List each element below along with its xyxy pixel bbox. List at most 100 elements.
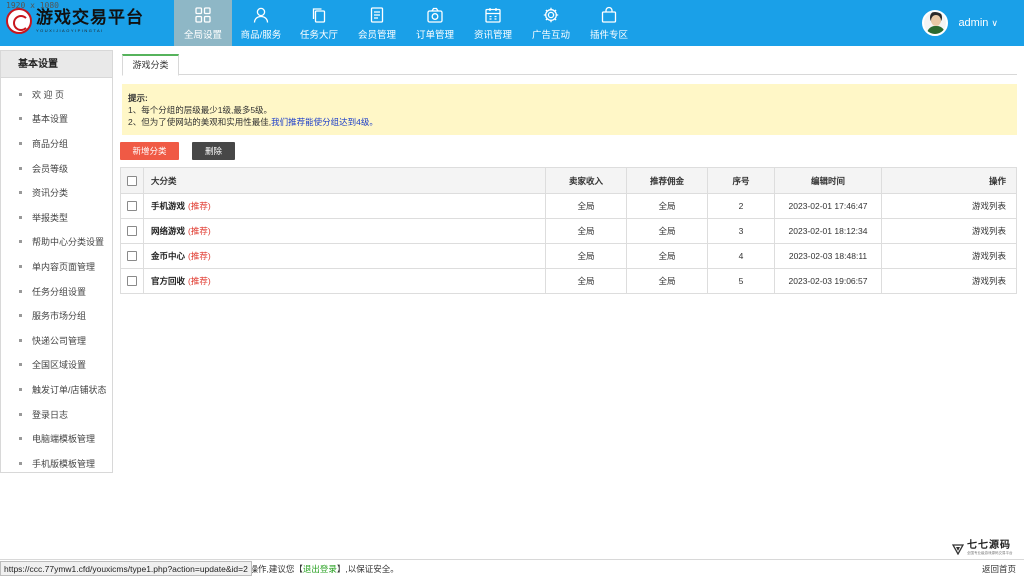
tab-game-categories[interactable]: 游戏分类 bbox=[122, 54, 179, 76]
bullet-icon bbox=[19, 191, 22, 195]
link-url-tooltip: https://ccc.77ymw1.cfd/youxicms/type1.ph… bbox=[0, 561, 252, 576]
sidebar-item-pc-templates[interactable]: 电脑端模板管理 bbox=[1, 426, 112, 451]
row-checkbox[interactable] bbox=[127, 226, 137, 237]
copy-icon bbox=[310, 6, 328, 24]
user-menu[interactable]: admin ∨ bbox=[922, 0, 1024, 46]
nav-plugins[interactable]: 插件专区 bbox=[580, 0, 638, 46]
sidebar-item-mobile-templates[interactable]: 手机版模板管理 bbox=[1, 451, 112, 476]
logo-title: 游戏交易平台 bbox=[36, 8, 144, 28]
row-checkbox[interactable] bbox=[127, 201, 137, 212]
sidebar-item-report-types[interactable]: 举报类型 bbox=[1, 205, 112, 230]
recommend-badge: (推荐) bbox=[188, 276, 211, 286]
category-table: 大分类 卖家收入 推荐佣金 序号 编辑时间 操作 手机游戏 (推荐) 全局 全局 … bbox=[120, 167, 1017, 294]
nav-label: 广告互动 bbox=[531, 29, 570, 41]
bullet-icon bbox=[19, 363, 22, 367]
operation-cell: 游戏列表 bbox=[881, 218, 1017, 244]
category-name-cell: 官方回收 (推荐) bbox=[143, 268, 546, 294]
sidebar-item-member-levels[interactable]: 会员等级 bbox=[1, 156, 112, 181]
commission-cell: 全局 bbox=[626, 268, 708, 294]
sidebar-item-label: 任务分组设置 bbox=[32, 286, 87, 297]
nav-products-services[interactable]: 商品/服务 bbox=[232, 0, 290, 46]
sidebar-item-login-log[interactable]: 登录日志 bbox=[1, 402, 112, 427]
nav-label: 全局设置 bbox=[183, 29, 222, 41]
seller-income-cell: 全局 bbox=[545, 193, 627, 219]
sidebar-item-regions[interactable]: 全国区域设置 bbox=[1, 353, 112, 378]
header-operation: 操作 bbox=[881, 167, 1017, 194]
table-row: 官方回收 (推荐) 全局 全局 5 2023-02-03 19:06:57 游戏列… bbox=[120, 268, 1017, 294]
sequence-cell: 2 bbox=[707, 193, 775, 219]
sidebar-item-single-pages[interactable]: 单内容页面管理 bbox=[1, 254, 112, 279]
select-all-checkbox[interactable] bbox=[127, 175, 137, 186]
bullet-icon bbox=[19, 289, 22, 293]
sidebar-item-trigger-status[interactable]: 触发订单/店铺状态 bbox=[1, 377, 112, 402]
category-name-cell: 网络游戏 (推荐) bbox=[143, 218, 546, 244]
operation-cell: 游戏列表 bbox=[881, 268, 1017, 294]
nav-member-management[interactable]: 会员管理 bbox=[348, 0, 406, 46]
category-name: 金币中心 bbox=[151, 251, 186, 261]
sidebar-item-help-categories[interactable]: 帮助中心分类设置 bbox=[1, 230, 112, 255]
edit-time-cell: 2023-02-01 18:12:34 bbox=[774, 218, 882, 244]
sidebar-item-label: 电脑端模板管理 bbox=[32, 434, 96, 445]
sidebar-item-label: 欢 迎 页 bbox=[32, 89, 65, 100]
logout-link[interactable]: 退出登录 bbox=[303, 564, 337, 574]
username[interactable]: admin bbox=[958, 17, 988, 29]
recommend-badge: (推荐) bbox=[188, 251, 211, 261]
sidebar-item-label: 商品分组 bbox=[32, 138, 69, 149]
bullet-icon bbox=[19, 437, 22, 441]
nav-label: 商品/服务 bbox=[240, 29, 282, 41]
table-header-row: 大分类 卖家收入 推荐佣金 序号 编辑时间 操作 bbox=[120, 167, 1017, 194]
nav-label: 插件专区 bbox=[589, 29, 628, 41]
operation-cell: 游戏列表 bbox=[881, 243, 1017, 269]
bullet-icon bbox=[19, 117, 22, 121]
edit-time-cell: 2023-02-03 18:48:11 bbox=[774, 243, 882, 269]
header-category: 大分类 bbox=[143, 167, 546, 194]
nav-task-hall[interactable]: 任务大厅 bbox=[290, 0, 348, 46]
sidebar-item-product-groups[interactable]: 商品分组 bbox=[1, 131, 112, 156]
row-checkbox-cell bbox=[120, 218, 144, 244]
sidebar-item-task-groups[interactable]: 任务分组设置 bbox=[1, 279, 112, 304]
sidebar-item-label: 单内容页面管理 bbox=[32, 261, 96, 272]
chevron-down-icon[interactable]: ∨ bbox=[991, 18, 998, 29]
game-list-link[interactable]: 游戏列表 bbox=[972, 276, 1006, 286]
nav-global-settings[interactable]: 全局设置 bbox=[174, 0, 232, 46]
sidebar-item-welcome[interactable]: 欢 迎 页 bbox=[1, 82, 112, 107]
sidebar-item-courier-companies[interactable]: 快递公司管理 bbox=[1, 328, 112, 353]
header-seller-income: 卖家收入 bbox=[545, 167, 627, 194]
header-sequence: 序号 bbox=[707, 167, 775, 194]
site-logo[interactable]: 游戏交易平台 YOUXIJIAOYIPINGTAI bbox=[6, 8, 144, 34]
tip-notice: 提示: 1、每个分组的层级最少1级,最多5级。 2、但为了使网站的美观和实用性最… bbox=[122, 84, 1017, 135]
add-category-button[interactable]: 新增分类 bbox=[120, 142, 179, 160]
sidebar-item-service-market-groups[interactable]: 服务市场分组 bbox=[1, 303, 112, 328]
notice-title: 提示: bbox=[128, 93, 148, 103]
game-list-link[interactable]: 游戏列表 bbox=[972, 201, 1006, 211]
game-list-link[interactable]: 游戏列表 bbox=[972, 251, 1006, 261]
header-commission: 推荐佣金 bbox=[626, 167, 708, 194]
operation-cell: 游戏列表 bbox=[881, 193, 1017, 219]
recommend-badge: (推荐) bbox=[188, 226, 211, 236]
sidebar-item-label: 登录日志 bbox=[32, 409, 69, 420]
back-home-link[interactable]: 返回首页 bbox=[982, 563, 1016, 575]
nav-ads-interaction[interactable]: 广告互动 bbox=[522, 0, 580, 46]
category-name-cell: 手机游戏 (推荐) bbox=[143, 193, 546, 219]
sidebar-title: 基本设置 bbox=[1, 51, 112, 78]
logo-mark-icon bbox=[6, 8, 32, 34]
bullet-icon bbox=[19, 215, 22, 219]
bullet-icon bbox=[19, 387, 22, 391]
category-name: 手机游戏 bbox=[151, 201, 186, 211]
row-checkbox-cell bbox=[120, 268, 144, 294]
sidebar-item-news-categories[interactable]: 资讯分类 bbox=[1, 180, 112, 205]
nav-news-management[interactable]: 资讯管理 bbox=[464, 0, 522, 46]
watermark: 七七源码 全国专业级游戏源码交易平台 bbox=[951, 541, 1013, 556]
tab-bar: 游戏分类 bbox=[122, 52, 1017, 76]
avatar[interactable] bbox=[922, 10, 949, 36]
delete-button[interactable]: 删除 bbox=[192, 142, 235, 160]
row-checkbox[interactable] bbox=[127, 276, 137, 287]
sidebar-item-basic-settings[interactable]: 基本设置 bbox=[1, 107, 112, 132]
grid-icon bbox=[194, 6, 212, 24]
row-checkbox[interactable] bbox=[127, 251, 137, 262]
sequence-cell: 5 bbox=[707, 268, 775, 294]
sidebar-menu: 欢 迎 页 基本设置 商品分组 会员等级 资讯分类 举报类型 帮助中心分类设置 … bbox=[1, 78, 112, 476]
nav-order-management[interactable]: 订单管理 bbox=[406, 0, 464, 46]
sidebar-item-label: 资讯分类 bbox=[32, 188, 69, 199]
game-list-link[interactable]: 游戏列表 bbox=[972, 226, 1006, 236]
